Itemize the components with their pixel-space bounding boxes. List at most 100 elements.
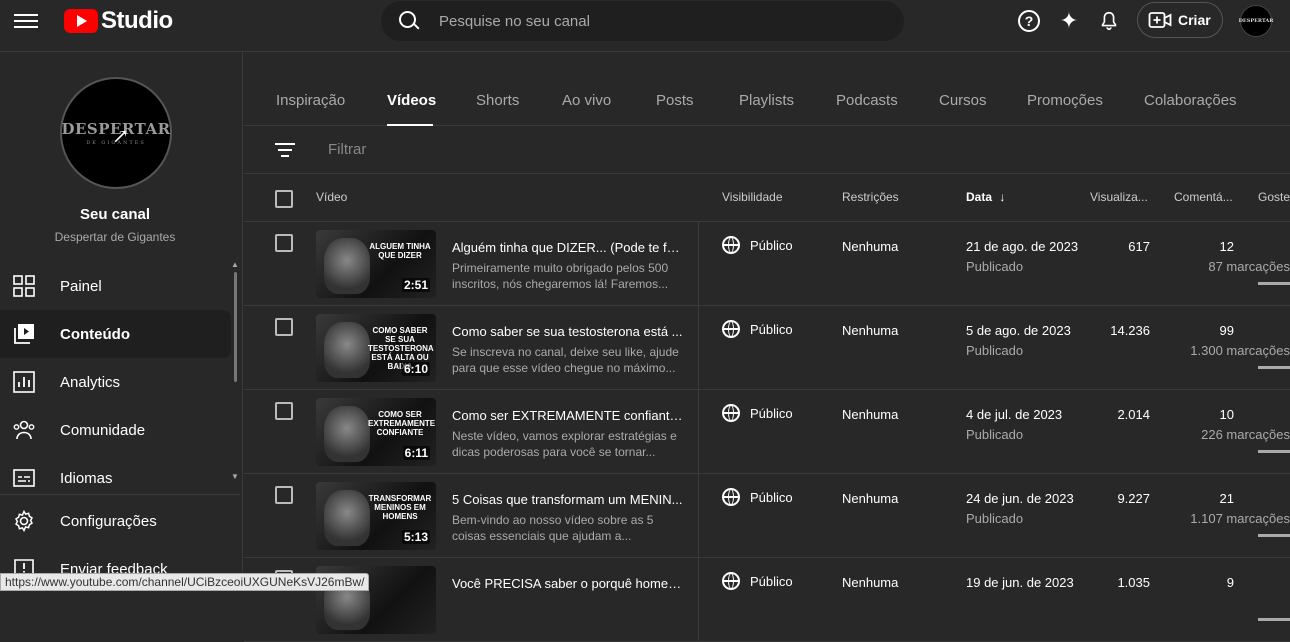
channel-handle: Despertar de Gigantes (54, 230, 176, 244)
thumbnail-portrait (324, 322, 370, 378)
video-thumbnail[interactable]: ALGUEM TINHA QUE DIZER 2:51 (316, 230, 436, 298)
comments-cell: 9 (1226, 575, 1234, 590)
external-link-icon: ↗ (112, 124, 129, 148)
visibility-label: Público (750, 321, 793, 337)
table-row[interactable]: COMO SER EXTREMAMENTE CONFIANTE 6:11 Com… (244, 390, 1290, 474)
likes-bar (1258, 450, 1290, 453)
tab-podcasts[interactable]: Podcasts (836, 92, 898, 109)
col-comments[interactable]: Comentá... (1174, 190, 1233, 204)
account-avatar[interactable]: DESPERTAR (1239, 5, 1273, 37)
sidebar-item-conteudo[interactable]: Conteúdo (0, 310, 231, 358)
tab-videos[interactable]: Vídeos (387, 92, 436, 109)
video-description: Se inscreva no canal, deixe seu like, aj… (452, 345, 679, 375)
tab-cursos[interactable]: Cursos (939, 92, 987, 109)
row-checkbox[interactable] (275, 234, 293, 252)
video-thumbnail[interactable]: TRANSFORMAR MENINOS EM HOMENS 5:13 (316, 482, 436, 550)
thumbnail-text: TRANSFORMAR MENINOS EM HOMENS (368, 494, 432, 521)
marks-cell: 87 marcações (1208, 259, 1290, 274)
tab-promocoes[interactable]: Promoções (1027, 92, 1103, 109)
restrictions-cell: Nenhuma (842, 239, 899, 254)
table-row[interactable]: TRANSFORMAR MENINOS EM HOMENS 5:13 5 Coi… (244, 474, 1290, 558)
tab-posts[interactable]: Posts (656, 92, 694, 109)
tab-inspiracao[interactable]: Inspiração (276, 92, 345, 109)
scroll-up-icon[interactable]: ▲ (231, 260, 239, 269)
video-title[interactable]: Você PRECISA saber o porquê homen... (452, 576, 684, 591)
visibility-cell[interactable]: Público (722, 488, 793, 506)
visibility-cell[interactable]: Público (722, 320, 793, 338)
restrictions-cell: Nenhuma (842, 575, 899, 590)
scroll-thumb[interactable] (234, 272, 237, 382)
col-visibility[interactable]: Visibilidade (722, 190, 783, 204)
menu-icon[interactable] (14, 10, 38, 34)
thumbnail-text: COMO SER EXTREMAMENTE CONFIANTE (368, 410, 436, 437)
publish-status: Publicado (966, 427, 1024, 442)
sidebar-item-configuracoes[interactable]: Configurações (0, 497, 234, 545)
video-title[interactable]: Como saber se sua testosterona está ... (452, 324, 684, 339)
filter-icon[interactable] (275, 143, 295, 159)
table-row[interactable]: Você PRECISA saber o porquê homen... Púb… (244, 558, 1290, 642)
sidebar-item-painel[interactable]: Painel (0, 262, 230, 310)
likes-bar (1258, 618, 1290, 621)
visibility-cell[interactable]: Público (722, 572, 793, 590)
filter-input[interactable] (328, 141, 628, 158)
row-checkbox[interactable] (275, 402, 293, 420)
scroll-down-icon[interactable]: ▼ (231, 472, 239, 481)
video-thumbnail[interactable]: COMO SER EXTREMAMENTE CONFIANTE 6:11 (316, 398, 436, 466)
video-title[interactable]: Como ser EXTREMAMENTE confiante ... (452, 408, 684, 423)
content-tabs: Inspiração Vídeos Shorts Ao vivo Posts P… (244, 84, 1290, 126)
sidebar-item-comunidade[interactable]: Comunidade (0, 406, 230, 454)
likes-bar (1258, 282, 1290, 285)
sidebar-item-label: Configurações (60, 512, 157, 530)
date-cell: 19 de jun. de 2023 (966, 575, 1074, 590)
comments-cell: 10 (1219, 407, 1234, 422)
row-checkbox[interactable] (275, 486, 293, 504)
video-title[interactable]: 5 Coisas que transformam um MENIN... (452, 492, 684, 507)
tab-colaboracoes[interactable]: Colaborações (1144, 92, 1237, 109)
sidebar-item-analytics[interactable]: Analytics (0, 358, 230, 406)
sparkle-icon[interactable]: ✦ (1056, 8, 1082, 34)
create-label: Criar (1178, 12, 1211, 28)
video-duration: 2:51 (401, 278, 430, 292)
views-cell: 2.014 (1117, 407, 1150, 422)
tab-ao-vivo[interactable]: Ao vivo (562, 92, 611, 109)
search-bar[interactable] (381, 1, 904, 41)
thumbnail-portrait (324, 238, 370, 294)
help-icon[interactable]: ? (1016, 8, 1042, 34)
youtube-play-icon (64, 9, 98, 33)
thumbnail-portrait (324, 406, 370, 462)
bell-icon[interactable] (1096, 8, 1122, 34)
col-views[interactable]: Visualiza... (1090, 190, 1148, 204)
comments-cell: 12 (1219, 239, 1234, 254)
marks-cell: 1.300 marcações (1190, 343, 1290, 358)
table-row[interactable]: ALGUEM TINHA QUE DIZER 2:51 Alguém tinha… (244, 222, 1290, 306)
col-likes[interactable]: Goste (1258, 190, 1290, 204)
col-video: Vídeo (316, 190, 348, 204)
tab-shorts[interactable]: Shorts (476, 92, 519, 109)
globe-icon (722, 320, 740, 338)
comments-cell: 99 (1219, 323, 1234, 338)
visibility-label: Público (750, 573, 793, 589)
column-divider (698, 474, 699, 558)
search-input[interactable] (439, 12, 859, 30)
select-all-checkbox[interactable] (275, 190, 293, 208)
publish-status: Publicado (966, 343, 1024, 358)
col-date[interactable]: Data ↓ (966, 190, 1005, 204)
video-title[interactable]: Alguém tinha que DIZER... (Pode te fer..… (452, 240, 684, 255)
table-row[interactable]: COMO SABER SE SUA TESTOSTERONA ESTÁ ALTA… (244, 306, 1290, 390)
sidebar-scrollbar[interactable]: ▲ ▼ (231, 260, 239, 484)
video-duration: 6:10 (401, 362, 430, 376)
visibility-cell[interactable]: Público (722, 236, 793, 254)
visibility-cell[interactable]: Público (722, 404, 793, 422)
video-thumbnail[interactable]: COMO SABER SE SUA TESTOSTERONA ESTÁ ALTA… (316, 314, 436, 382)
views-cell: 9.227 (1117, 491, 1150, 506)
video-description: Primeiramente muito obrigado pelos 500 i… (452, 261, 669, 291)
row-checkbox[interactable] (275, 318, 293, 336)
comments-cell: 21 (1219, 491, 1234, 506)
col-restrictions[interactable]: Restrições (842, 190, 899, 204)
channel-avatar[interactable]: DESPERTAR DE GIGANTES ↗ (60, 77, 172, 189)
search-icon[interactable] (399, 11, 419, 31)
youtube-studio-logo[interactable]: Studio (64, 7, 173, 35)
create-button[interactable]: Criar (1137, 2, 1223, 38)
tab-playlists[interactable]: Playlists (739, 92, 794, 109)
visibility-label: Público (750, 405, 793, 421)
